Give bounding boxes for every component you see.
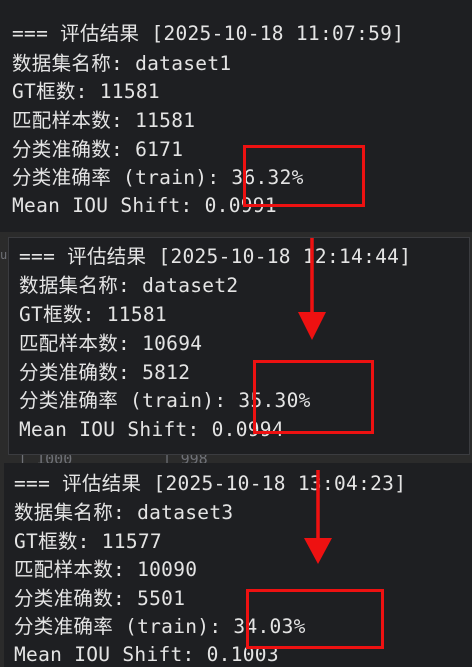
correct-count-line: 分类准确数: 5812	[19, 361, 191, 384]
matched-sample-count-line: 匹配样本数: 10090	[14, 558, 198, 581]
dataset-name-line: 数据集名称: dataset2	[19, 274, 239, 297]
result-header: === 评估结果 [2025-10-18 13:04:23]	[14, 472, 407, 495]
mean-iou-shift-line: Mean IOU Shift: 0.0991	[12, 194, 277, 217]
gt-box-count-line: GT框数: 11581	[19, 303, 167, 326]
gt-box-count-line: GT框数: 11581	[12, 80, 160, 103]
accuracy-highlight-box	[246, 589, 384, 649]
accuracy-highlight-box	[243, 145, 365, 207]
arrow-down-icon	[298, 238, 326, 340]
result-header: === 评估结果 [2025-10-18 11:07:59]	[12, 22, 405, 45]
accuracy-label: 分类准确率 (train):	[19, 389, 239, 412]
result-panel-2: === 评估结果 [2025-10-18 12:14:44] 数据集名称: da…	[8, 237, 470, 455]
mean-iou-shift-line: Mean IOU Shift: 0.1003	[14, 643, 279, 666]
matched-sample-count-line: 匹配样本数: 11581	[12, 109, 196, 132]
correct-count-line: 分类准确数: 6171	[12, 138, 184, 161]
result-panel-1: === 评估结果 [2025-10-18 11:07:59] 数据集名称: da…	[0, 0, 472, 232]
matched-sample-count-line: 匹配样本数: 10694	[19, 332, 203, 355]
result-header: === 评估结果 [2025-10-18 12:14:44]	[19, 245, 412, 268]
accuracy-highlight-box	[253, 360, 374, 434]
dataset-name-line: 数据集名称: dataset1	[12, 52, 232, 75]
result-panel-3: === 评估结果 [2025-10-18 13:04:23] 数据集名称: da…	[4, 463, 472, 667]
accuracy-label: 分类准确率 (train):	[14, 615, 234, 638]
mean-iou-shift-line: Mean IOU Shift: 0.0994	[19, 418, 284, 441]
correct-count-line: 分类准确数: 5501	[14, 587, 186, 610]
gt-box-count-line: GT框数: 11577	[14, 530, 162, 553]
background-edge-fragment: u	[0, 248, 8, 260]
dataset-name-line: 数据集名称: dataset3	[14, 501, 234, 524]
accuracy-label: 分类准确率 (train):	[12, 166, 232, 189]
arrow-down-icon	[304, 470, 332, 564]
